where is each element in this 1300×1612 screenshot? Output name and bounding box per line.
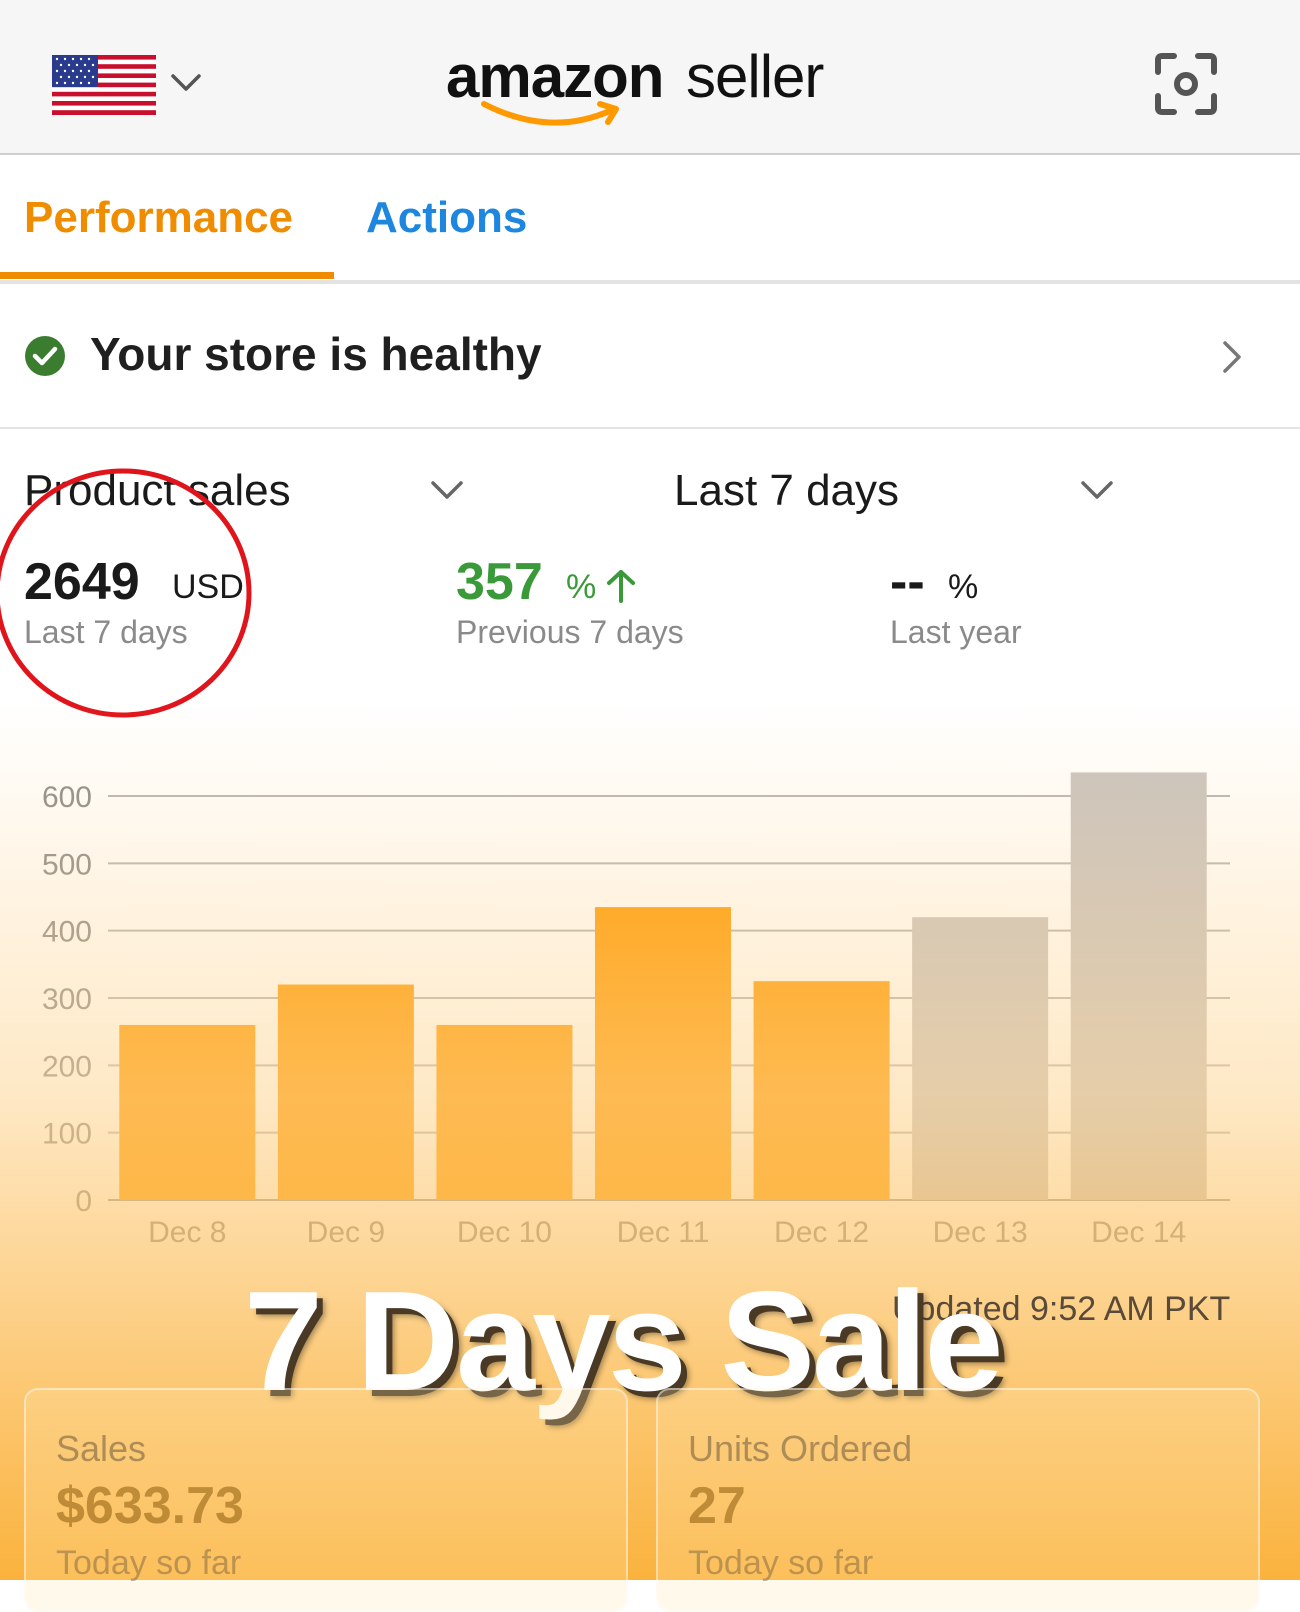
arrow-up-icon [607, 570, 635, 603]
scan-camera-icon[interactable] [1154, 52, 1218, 116]
card-title: Units Ordered [688, 1428, 913, 1469]
x-tick-label: Dec 8 [148, 1216, 226, 1249]
chevron-down-icon[interactable] [170, 70, 202, 94]
chart-bar[interactable] [753, 981, 890, 1200]
annotation-circle [0, 468, 252, 718]
store-health-text: Your store is healthy [90, 328, 542, 380]
last-year-label: Last year [890, 614, 1022, 650]
card-subtitle: Today so far [688, 1544, 874, 1582]
tab-bar: Performance Actions [0, 155, 1300, 284]
last-year-value: -- [890, 553, 925, 611]
y-tick-label: 100 [42, 1118, 92, 1151]
x-tick-label: Dec 11 [617, 1216, 710, 1249]
tab-actions[interactable]: Actions [366, 193, 527, 243]
y-tick-label: 400 [42, 916, 92, 949]
period-select[interactable]: Last 7 days [674, 466, 899, 516]
card-value: $633.73 [56, 1477, 244, 1535]
sales-card[interactable]: Sales $633.73 Today so far [24, 1388, 628, 1612]
y-tick-label: 600 [42, 781, 92, 814]
chart-bar[interactable] [436, 1024, 573, 1200]
previous-change-value: 357 [456, 553, 543, 611]
sales-bar-chart: 0 100 200 300 400 500 600 Dec 8 Dec 9 Dec 10 Dec 1… [42, 772, 1230, 1249]
y-tick-label: 300 [42, 983, 92, 1016]
chevron-down-icon[interactable] [1080, 478, 1114, 502]
units-ordered-card[interactable]: Units Ordered 27 Today so far [656, 1388, 1260, 1612]
chevron-down-icon[interactable] [430, 478, 464, 502]
tab-performance[interactable]: Performance [24, 193, 293, 243]
check-circle-icon [25, 336, 65, 376]
chart-bar[interactable] [119, 1024, 256, 1200]
store-health-row[interactable]: Your store is healthy [0, 283, 1300, 429]
card-subtitle: Today so far [56, 1544, 242, 1582]
app-header: amazon seller [0, 0, 1300, 155]
chart-bar[interactable] [912, 917, 1049, 1200]
x-tick-label: Dec 12 [774, 1216, 869, 1249]
x-tick-label: Dec 14 [1091, 1216, 1186, 1249]
chart-bar[interactable] [595, 907, 731, 1200]
card-value: 27 [688, 1477, 746, 1535]
logo-product: seller [686, 43, 824, 110]
card-title: Sales [56, 1428, 147, 1469]
previous-change-unit: % [566, 568, 597, 606]
x-tick-label: Dec 9 [307, 1216, 385, 1249]
x-tick-label: Dec 10 [457, 1216, 552, 1249]
active-tab-indicator [0, 272, 334, 279]
amazon-seller-logo: amazon seller [446, 42, 846, 132]
chevron-right-icon[interactable] [1220, 339, 1244, 375]
last-year-unit: % [948, 568, 979, 606]
y-tick-label: 500 [42, 848, 92, 881]
amazon-smile-icon [481, 101, 619, 126]
chart-bar[interactable] [1070, 772, 1207, 1200]
previous-change-label: Previous 7 days [456, 614, 684, 650]
x-tick-label: Dec 13 [933, 1216, 1028, 1249]
chart-bar[interactable] [277, 984, 414, 1200]
y-tick-label: 0 [75, 1185, 92, 1218]
y-tick-label: 200 [42, 1050, 92, 1083]
us-flag-icon[interactable] [52, 55, 156, 115]
